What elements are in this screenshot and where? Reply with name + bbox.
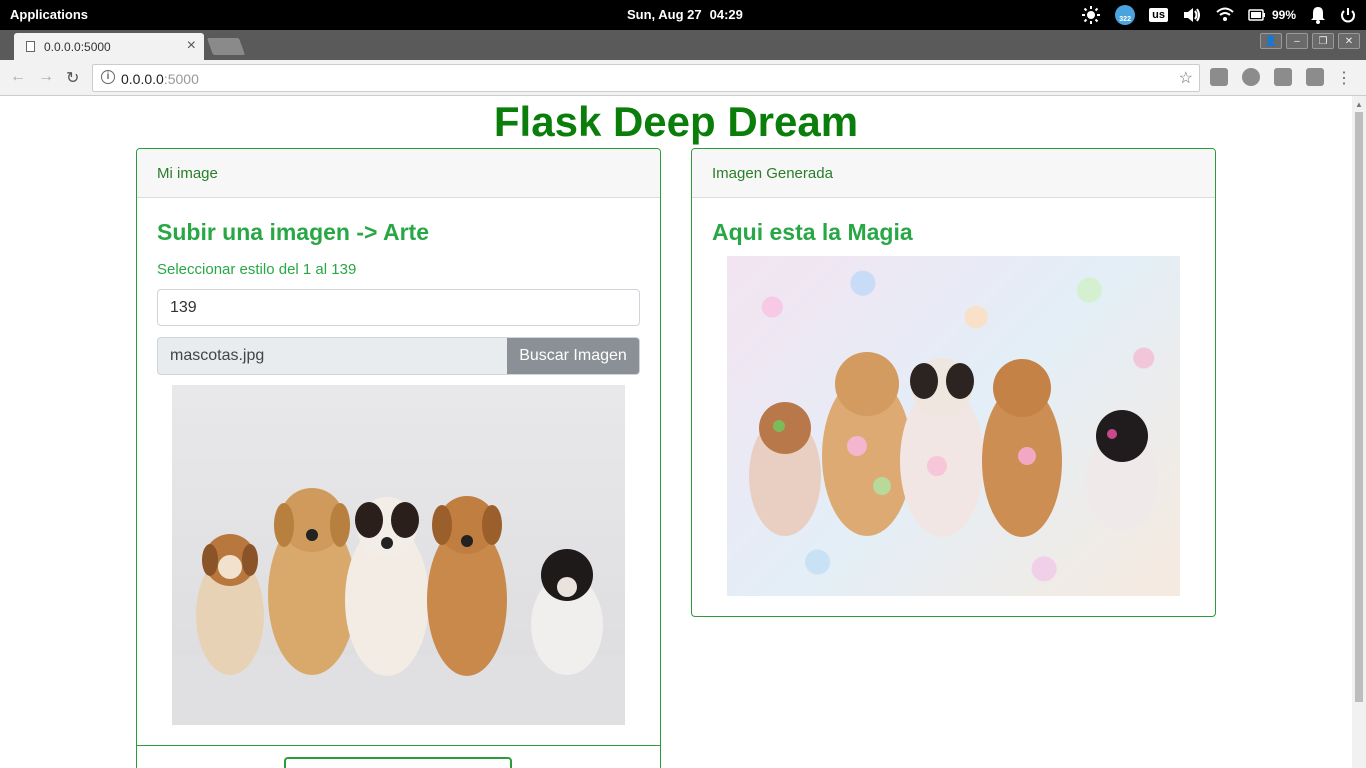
page-icon — [26, 41, 35, 52]
puppies-photo — [172, 488, 625, 725]
brightness-icon[interactable] — [1081, 0, 1101, 30]
restore-icon[interactable]: ❐ — [1312, 33, 1334, 49]
generated-card-header: Imagen Generada — [692, 149, 1215, 198]
window-controls: 👤 – ❐ ✕ — [1260, 33, 1360, 49]
page-scrollbar[interactable]: ▲ — [1352, 96, 1366, 768]
forward-arrow-icon[interactable]: → — [38, 68, 54, 86]
react-devtools-icon[interactable] — [1210, 68, 1228, 86]
clock-time: 04:29 — [709, 7, 743, 22]
tab-title: 0.0.0.0:5000 — [44, 40, 111, 54]
upload-card-footer — [137, 745, 660, 768]
uploaded-image — [172, 385, 625, 725]
system-tray: 322 us 99% — [1067, 0, 1356, 30]
address-url[interactable]: 0.0.0.0:5000 — [121, 71, 199, 87]
scroll-up-arrow-icon[interactable]: ▲ — [1355, 100, 1363, 109]
applications-menu[interactable]: Applications — [10, 7, 88, 22]
volume-icon[interactable] — [1182, 0, 1202, 30]
keyboard-layout-indicator[interactable]: us — [1149, 0, 1168, 30]
generated-image — [727, 256, 1180, 596]
minimize-icon[interactable]: – — [1286, 33, 1308, 49]
style-select-label: Seleccionar estilo del 1 al 139 — [157, 261, 357, 278]
browser-menu-icon[interactable]: ⋮ — [1336, 68, 1352, 88]
upload-card-title: Subir una imagen -> Arte — [157, 219, 430, 245]
battery-percent: 99% — [1271, 8, 1296, 22]
image-extension-icon[interactable] — [1274, 68, 1292, 86]
site-info-icon[interactable]: i — [101, 70, 115, 84]
reload-icon[interactable]: ↻ — [66, 68, 79, 88]
updates-count: 322 — [1115, 5, 1136, 25]
profile-icon[interactable]: 👤 — [1260, 33, 1282, 49]
new-tab-button[interactable] — [206, 38, 246, 55]
close-window-icon[interactable]: ✕ — [1338, 33, 1360, 49]
clock-date: Sun, Aug 27 — [627, 7, 702, 22]
url-host: 0.0.0.0 — [121, 71, 164, 87]
deep-dream-photo — [749, 352, 1158, 537]
browse-image-button[interactable]: Buscar Imagen — [507, 338, 639, 374]
battery-icon — [1248, 9, 1265, 21]
camera-icon[interactable] — [1306, 68, 1324, 86]
back-arrow-icon[interactable]: ← — [10, 68, 26, 86]
file-input-group[interactable]: mascotas.jpg Buscar Imagen — [157, 337, 640, 375]
page-content: Flask Deep Dream Mi image Subir una imag… — [0, 96, 1352, 768]
updates-indicator[interactable]: 322 — [1115, 0, 1136, 30]
system-top-panel: Applications Sun, Aug 27 04:29 322 us 99% — [0, 0, 1366, 30]
wifi-icon[interactable] — [1216, 0, 1234, 30]
clock[interactable]: Sun, Aug 27 04:29 — [627, 7, 743, 22]
generated-card-title: Aqui esta la Magia — [712, 219, 913, 245]
bookmark-star-icon[interactable]: ☆ — [1179, 68, 1193, 88]
close-tab-icon[interactable]: × — [187, 37, 196, 55]
battery-indicator[interactable]: 99% — [1248, 0, 1296, 30]
submit-button[interactable] — [284, 757, 512, 768]
browser-toolbar: ← → ↻ i 0.0.0.0:5000 ☆ ⋮ — [0, 60, 1366, 96]
keyboard-layout-label: us — [1149, 8, 1168, 22]
extension-bulb-icon[interactable] — [1242, 68, 1260, 86]
notifications-bell-icon[interactable] — [1310, 0, 1326, 30]
selected-file-name: mascotas.jpg — [170, 347, 265, 364]
style-number-input[interactable] — [157, 289, 640, 326]
generated-card: Imagen Generada Aqui esta la Magia — [691, 148, 1216, 617]
upload-card: Mi image Subir una imagen -> Arte Selecc… — [136, 148, 661, 768]
address-bar[interactable]: i 0.0.0.0:5000 ☆ — [92, 64, 1200, 92]
power-icon[interactable] — [1340, 0, 1356, 30]
browser-tab-strip: 0.0.0.0:5000 × 👤 – ❐ ✕ — [0, 30, 1366, 60]
scrollbar-thumb[interactable] — [1355, 112, 1363, 702]
url-port: :5000 — [163, 71, 199, 87]
upload-card-header: Mi image — [137, 149, 660, 198]
page-title: Flask Deep Dream — [493, 98, 859, 145]
extension-icons — [1210, 68, 1324, 86]
browser-tab[interactable]: 0.0.0.0:5000 × — [14, 33, 204, 60]
